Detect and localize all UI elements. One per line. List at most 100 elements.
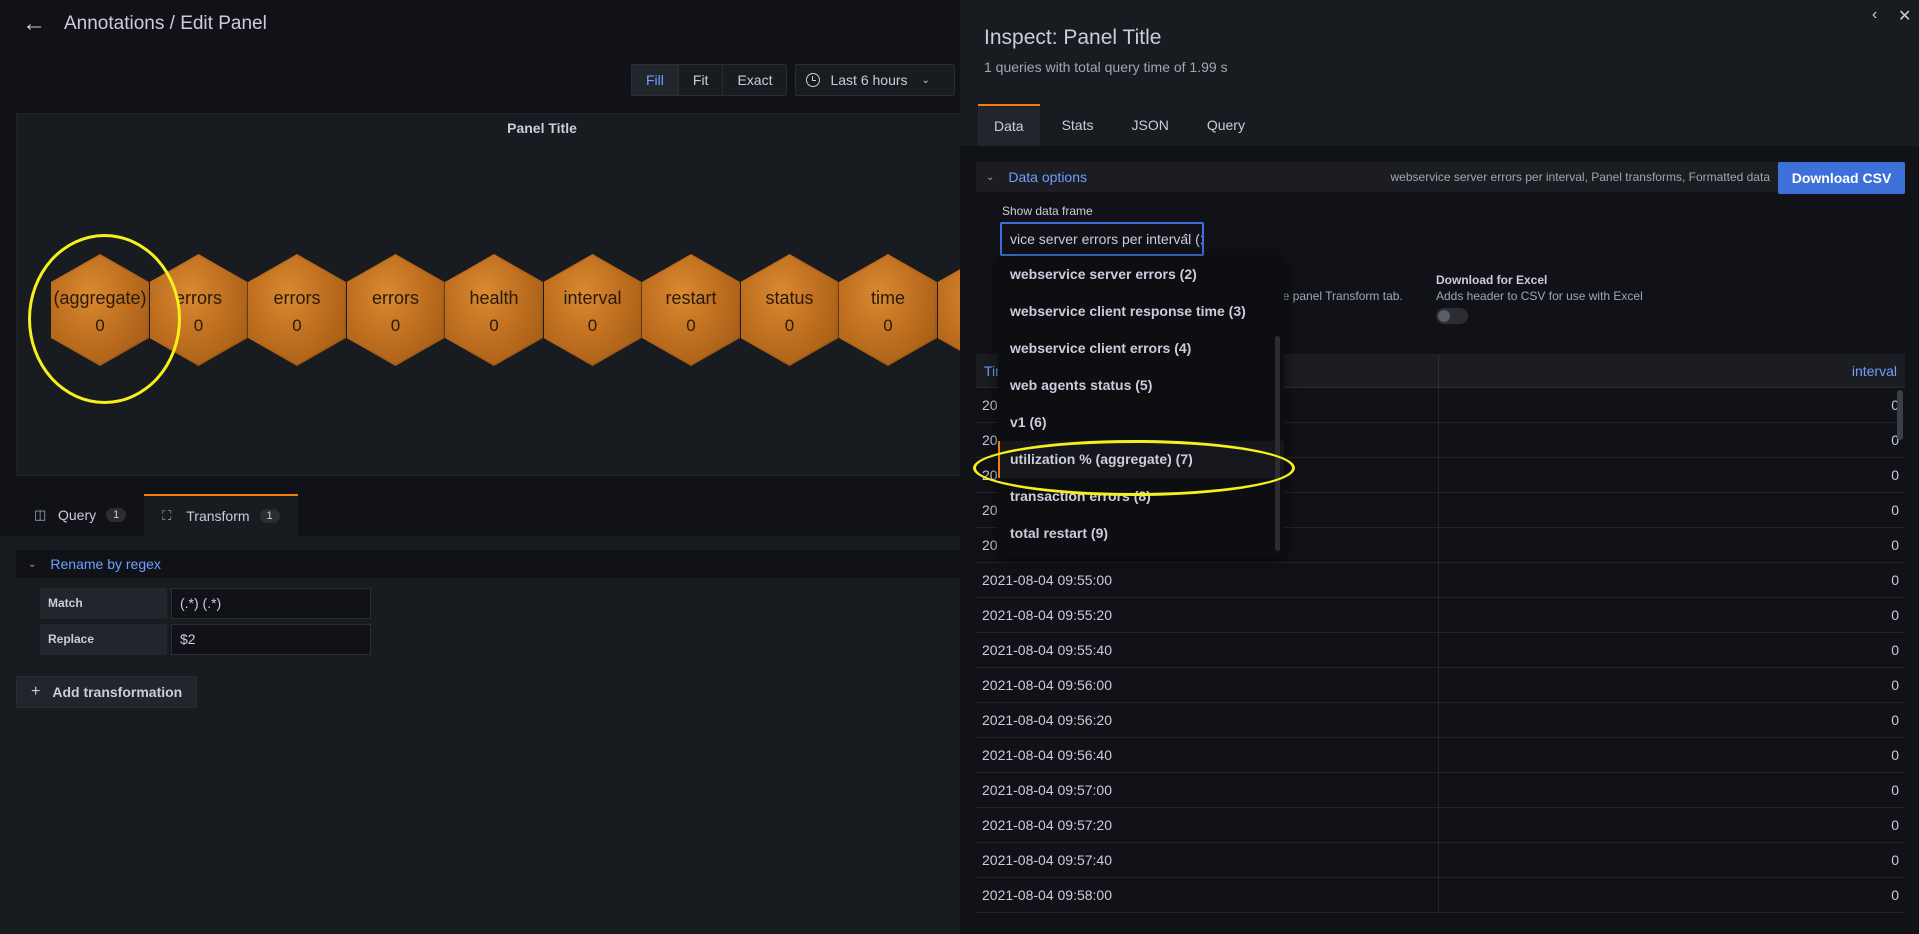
top-bar: ← Annotations / Edit Panel bbox=[0, 0, 960, 50]
cell-interval: 0 bbox=[1891, 712, 1899, 728]
dropdown-option[interactable]: transaction errors (8) bbox=[998, 478, 1284, 515]
editor-tabs: ◫ Query 1 ⛶ Transform 1 bbox=[16, 494, 298, 536]
cell-interval: 0 bbox=[1891, 572, 1899, 588]
hexagon-fill bbox=[447, 256, 541, 364]
tab-transform[interactable]: ⛶ Transform 1 bbox=[144, 494, 298, 536]
dropdown-option[interactable]: webservice client response time (3) bbox=[998, 293, 1284, 330]
data-options-title: Data options bbox=[1008, 169, 1087, 185]
hexagon-label: errors bbox=[371, 288, 419, 308]
table-row: 2021-08-04 09:55:20 0 bbox=[976, 598, 1905, 633]
hexagon-fill bbox=[250, 256, 344, 364]
inspect-tabs: Data Stats JSON Query bbox=[978, 104, 1267, 146]
highlight-circle bbox=[28, 234, 181, 404]
cell-time: 2021-08-04 09:57:20 bbox=[976, 808, 1439, 842]
show-data-frame-label: Show data frame bbox=[1002, 204, 1093, 218]
close-icon[interactable]: ✕ bbox=[1898, 6, 1911, 26]
hexagon-label: restart bbox=[665, 288, 717, 308]
tab-query[interactable]: Query bbox=[1191, 104, 1261, 146]
hexagon-fill bbox=[742, 256, 837, 364]
tab-query-label: Query bbox=[58, 507, 97, 523]
hexagon-value: 0 bbox=[292, 316, 302, 335]
transform-name: Rename by regex bbox=[50, 556, 161, 572]
dropdown-option[interactable]: web agents status (5) bbox=[998, 367, 1284, 404]
chevron-down-icon: ⌄ bbox=[921, 74, 930, 86]
download-csv-button[interactable]: Download CSV bbox=[1778, 162, 1905, 194]
cell-interval: 0 bbox=[1891, 887, 1899, 903]
add-transformation-button[interactable]: + Add transformation bbox=[16, 676, 198, 708]
hexagon-cell[interactable]: restart 0 bbox=[642, 254, 740, 366]
cell-interval: 0 bbox=[1891, 537, 1899, 553]
match-input[interactable]: (.*) (.*) bbox=[171, 588, 371, 619]
hexagon-label: interval bbox=[563, 288, 622, 308]
download-excel-description: Adds header to CSV for use with Excel bbox=[1436, 289, 1643, 303]
cell-interval: 0 bbox=[1891, 642, 1899, 658]
add-transformation-label: Add transformation bbox=[52, 684, 183, 700]
hexagon-value: 0 bbox=[390, 316, 401, 335]
column-header-interval[interactable]: interval bbox=[1439, 354, 1905, 387]
table-row: 2021-08-04 09:58:00 0 bbox=[976, 878, 1905, 913]
dropdown-list: webservice server errors (2) webservice c… bbox=[998, 256, 1284, 552]
size-mode-group: Fill Fit Exact bbox=[631, 64, 788, 96]
hexagon-cell[interactable]: status 0 bbox=[740, 254, 839, 366]
exact-button[interactable]: Exact bbox=[723, 65, 786, 95]
dropdown-option[interactable]: utilization % (aggregate) (7) bbox=[998, 441, 1284, 478]
hexagon-fill bbox=[644, 256, 738, 364]
fill-button[interactable]: Fill bbox=[632, 65, 679, 95]
back-arrow-icon[interactable]: ← bbox=[22, 12, 46, 36]
tab-json[interactable]: JSON bbox=[1115, 104, 1184, 146]
panel-editor: ← Annotations / Edit Panel Fill Fit Exac… bbox=[0, 0, 1036, 934]
table-scrollbar[interactable] bbox=[1897, 390, 1903, 440]
time-range-label: Last 6 hours bbox=[830, 72, 908, 88]
data-frame-dropdown: webservice server errors (2) webservice c… bbox=[998, 256, 1284, 556]
hexagon-value: 0 bbox=[587, 316, 598, 335]
chevron-left-icon[interactable]: ‹ bbox=[1872, 6, 1877, 24]
dropdown-option[interactable]: webservice server errors (2) bbox=[998, 256, 1284, 293]
hexagon-fill bbox=[545, 256, 640, 364]
time-range-picker[interactable]: Last 6 hours ⌄ bbox=[795, 64, 956, 96]
match-row: Match (.*) (.*) bbox=[40, 588, 371, 619]
transform-header[interactable]: ⌄ Rename by regex bbox=[16, 550, 960, 578]
hexagon-cell[interactable]: interval 0 bbox=[543, 254, 642, 366]
cell-interval: 0 bbox=[1891, 677, 1899, 693]
cell-time: 2021-08-04 09:55:00 bbox=[976, 563, 1439, 597]
cell-time: 2021-08-04 09:56:00 bbox=[976, 668, 1439, 702]
replace-input[interactable]: $2 bbox=[171, 624, 371, 655]
hexagon-fill bbox=[841, 256, 935, 364]
plus-icon: + bbox=[31, 683, 41, 700]
hexagon-label: time bbox=[870, 288, 905, 308]
dropdown-option[interactable]: webservice client errors (4) bbox=[998, 330, 1284, 367]
cell-interval: 0 bbox=[1891, 607, 1899, 623]
hexagon-cell[interactable]: health 0 bbox=[445, 254, 543, 366]
data-frame-select-value: vice server errors per interval (1) bbox=[1010, 231, 1204, 247]
table-row: 2021-08-04 09:57:00 0 bbox=[976, 773, 1905, 808]
data-frame-select[interactable]: vice server errors per interval (1) ⌃ bbox=[1000, 222, 1204, 256]
dropdown-option[interactable]: total restart (9) bbox=[998, 515, 1284, 552]
data-options-header[interactable]: ⌄ Data options webservice server errors … bbox=[976, 162, 1782, 192]
hexagon-label: status bbox=[765, 288, 814, 308]
hexagon-cell[interactable]: time 0 bbox=[839, 254, 937, 366]
replace-row: Replace $2 bbox=[40, 624, 371, 655]
fit-button[interactable]: Fit bbox=[679, 65, 724, 95]
panel-title[interactable]: Panel Title bbox=[17, 120, 1067, 136]
table-row: 2021-08-04 09:56:20 0 bbox=[976, 703, 1905, 738]
table-row: 2021-08-04 09:57:20 0 bbox=[976, 808, 1905, 843]
cell-time: 2021-08-04 09:55:40 bbox=[976, 633, 1439, 667]
clock-icon bbox=[806, 73, 821, 87]
table-row: 2021-08-04 09:55:00 0 bbox=[976, 563, 1905, 598]
tab-stats[interactable]: Stats bbox=[1046, 104, 1110, 146]
hexagon-cell[interactable]: errors 0 bbox=[248, 254, 346, 366]
hexagon-cell[interactable]: errors 0 bbox=[346, 254, 445, 366]
hexagon-label: errors bbox=[273, 288, 321, 308]
cell-interval: 0 bbox=[1891, 817, 1899, 833]
download-excel-toggle[interactable] bbox=[1436, 308, 1468, 324]
hexagon-value: 0 bbox=[489, 316, 499, 335]
cell-interval: 0 bbox=[1891, 852, 1899, 868]
download-excel-title: Download for Excel bbox=[1436, 273, 1548, 287]
tab-data[interactable]: Data bbox=[978, 104, 1040, 146]
tab-query[interactable]: ◫ Query 1 bbox=[16, 494, 144, 536]
tab-transform-label: Transform bbox=[186, 508, 250, 524]
dropdown-option[interactable]: v1 (6) bbox=[998, 404, 1284, 441]
tab-transform-count: 1 bbox=[259, 509, 280, 523]
dropdown-scrollbar[interactable] bbox=[1275, 336, 1280, 551]
data-options-description: webservice server errors per interval, P… bbox=[1390, 170, 1770, 184]
